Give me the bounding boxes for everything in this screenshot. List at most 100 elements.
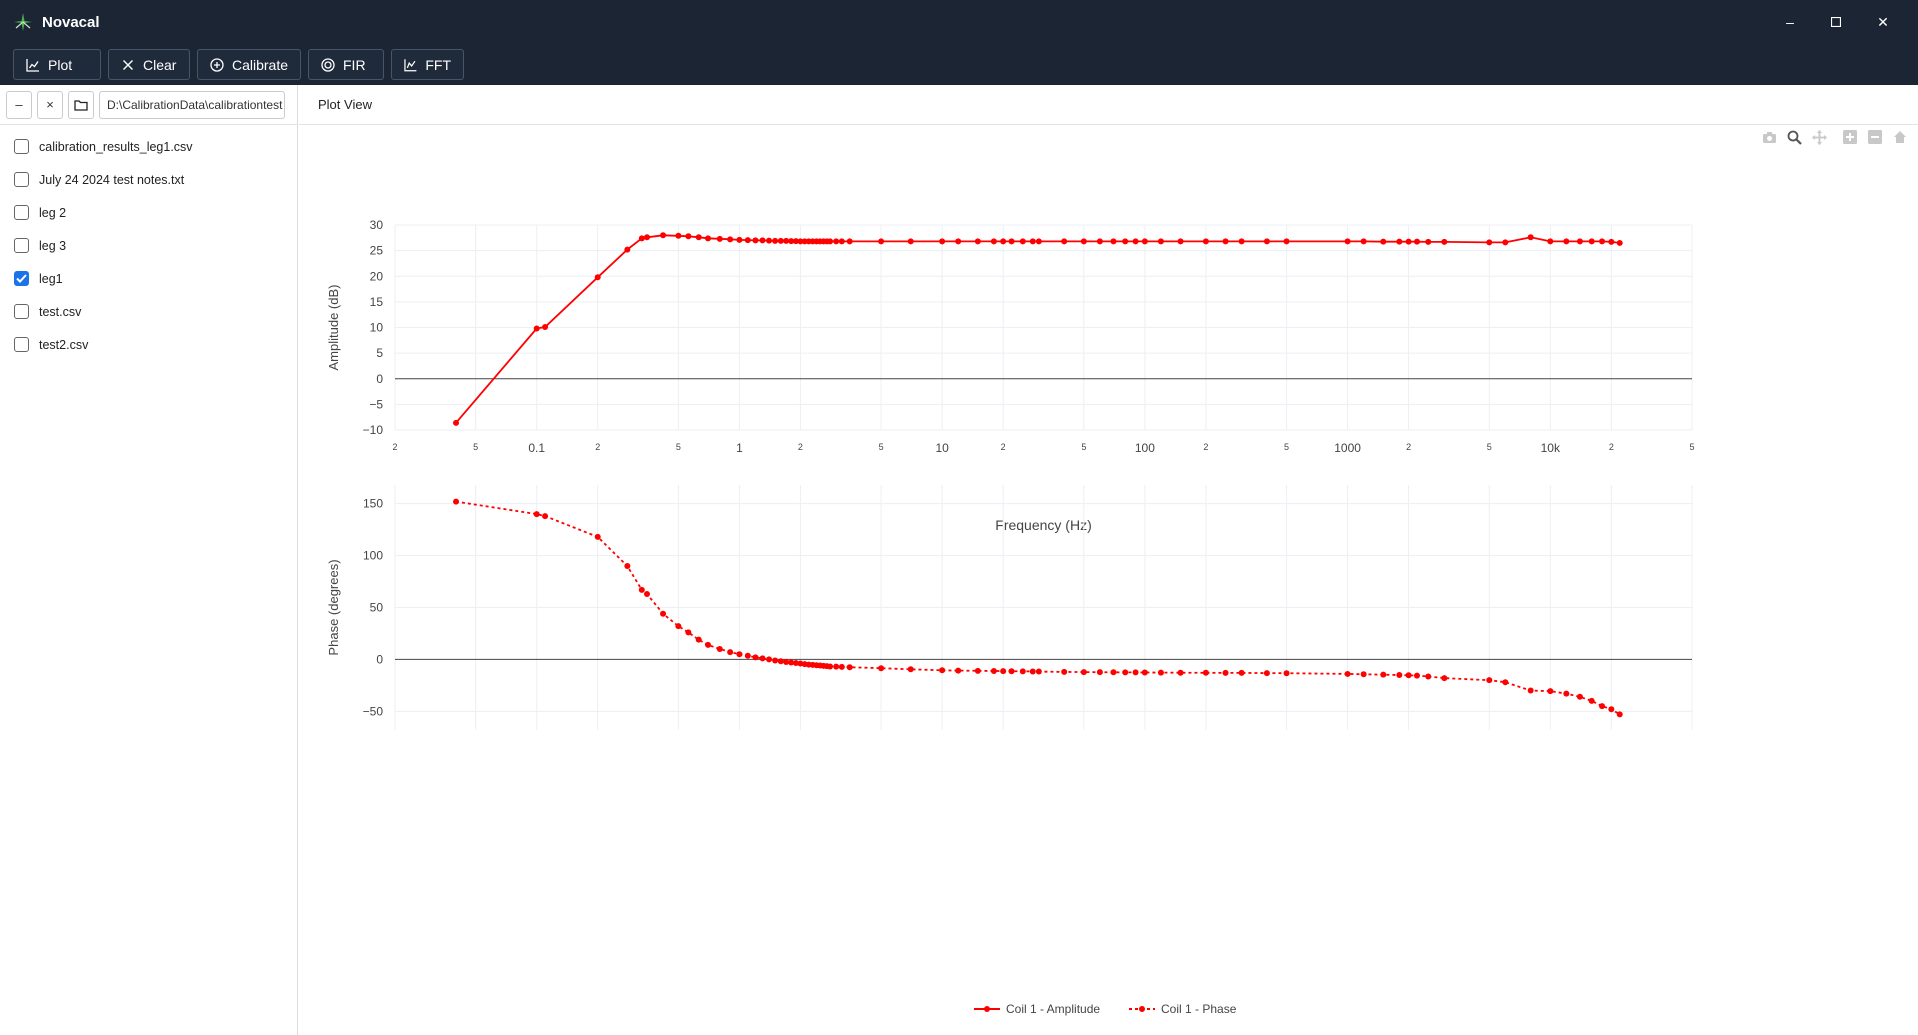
data-point (675, 623, 682, 630)
x-tick-label: 1000 (1334, 441, 1361, 455)
file-checkbox[interactable] (14, 304, 29, 319)
data-point (1080, 238, 1087, 245)
data-point (766, 237, 773, 244)
file-checkbox[interactable] (14, 205, 29, 220)
collapse-button[interactable]: – (6, 90, 32, 119)
data-point (772, 237, 779, 244)
data-point (1035, 238, 1042, 245)
data-point (752, 654, 759, 661)
y-tick-label: 150 (363, 497, 383, 511)
x-minor-tick-label: 5 (473, 442, 478, 452)
x-tick-label: 1 (736, 441, 743, 455)
data-point (974, 667, 981, 674)
checkmark-icon (16, 274, 27, 283)
data-point (1616, 239, 1623, 246)
data-point (1599, 238, 1606, 245)
data-point (990, 238, 997, 245)
file-checkbox[interactable] (14, 172, 29, 187)
open-folder-button[interactable] (68, 90, 94, 119)
data-point (1608, 706, 1615, 713)
data-point (1413, 238, 1420, 245)
file-checkbox[interactable] (14, 337, 29, 352)
legend-label: Coil 1 - Phase (1161, 1002, 1237, 1016)
data-point (638, 586, 645, 593)
file-item[interactable]: leg1 (0, 262, 297, 295)
data-point (1141, 669, 1148, 676)
data-point (1380, 671, 1387, 678)
data-point (1157, 669, 1164, 676)
data-point (1061, 238, 1068, 245)
data-point (1177, 238, 1184, 245)
data-point (1405, 672, 1412, 679)
folder-path-input[interactable]: D:\CalibrationData\calibrationtest (99, 90, 285, 119)
x-minor-tick-label: 2 (798, 442, 803, 452)
file-checkbox[interactable] (14, 271, 29, 286)
data-point (1019, 668, 1026, 675)
data-point (705, 235, 712, 242)
fft-button[interactable]: FFT (391, 49, 464, 80)
data-point (1132, 238, 1139, 245)
data-point (846, 664, 853, 671)
data-point (624, 246, 631, 253)
legend-label: Coil 1 - Amplitude (1006, 1002, 1100, 1016)
x-axis-label: Frequency (Hz) (995, 517, 1091, 533)
legend-swatch-marker (1139, 1006, 1145, 1012)
data-point (1502, 239, 1509, 246)
clear-button[interactable]: Clear (108, 49, 190, 80)
file-checkbox[interactable] (14, 139, 29, 154)
data-point (638, 235, 645, 242)
data-point (1080, 669, 1087, 676)
x-minor-tick-label: 2 (1609, 442, 1614, 452)
data-point (1576, 238, 1583, 245)
data-point (643, 591, 650, 598)
data-point (660, 610, 667, 617)
data-point (1547, 688, 1554, 695)
file-item[interactable]: calibration_results_leg1.csv (0, 130, 297, 163)
x-minor-tick-label: 2 (1001, 442, 1006, 452)
y-tick-label: 15 (370, 295, 384, 309)
file-item[interactable]: test.csv (0, 295, 297, 328)
x-minor-tick-label: 5 (1081, 442, 1086, 452)
data-point (1588, 238, 1595, 245)
file-checkbox[interactable] (14, 238, 29, 253)
data-point (453, 419, 460, 426)
y-tick-label: 0 (376, 372, 383, 386)
y-tick-label: −5 (369, 397, 383, 411)
data-point (705, 641, 712, 648)
data-point (624, 562, 631, 569)
maximize-button[interactable] (1813, 0, 1859, 44)
data-point (827, 238, 834, 245)
data-point (766, 656, 773, 663)
data-point (838, 238, 845, 245)
x-minor-tick-label: 2 (595, 442, 600, 452)
minimize-button[interactable]: – (1767, 0, 1813, 44)
data-point (542, 513, 549, 520)
data-point (453, 498, 460, 505)
file-item[interactable]: test2.csv (0, 328, 297, 361)
data-point (1222, 669, 1229, 676)
data-point (1008, 238, 1015, 245)
close-window-button[interactable]: ✕ (1860, 0, 1906, 44)
data-point (1283, 670, 1290, 677)
frequency-response-plot[interactable]: 302520151050−5−10Amplitude (dB)0.1 1 10 100… (299, 85, 1918, 1035)
data-point (685, 233, 692, 240)
calibrate-button[interactable]: Calibrate (197, 49, 301, 80)
file-item[interactable]: leg 3 (0, 229, 297, 262)
data-point (695, 234, 702, 241)
file-item[interactable]: leg 2 (0, 196, 297, 229)
fft-button-label: FFT (425, 56, 451, 73)
data-point (955, 238, 962, 245)
data-point (1547, 238, 1554, 245)
data-point (1441, 238, 1448, 245)
fir-button[interactable]: FIR (308, 49, 384, 80)
file-name: leg1 (39, 271, 63, 286)
plot-button[interactable]: Plot (13, 49, 101, 80)
data-point (838, 663, 845, 670)
y-tick-label: 30 (370, 218, 384, 232)
plus-circle-icon (210, 57, 224, 72)
data-point (1527, 687, 1534, 694)
clear-path-button[interactable]: × (37, 90, 63, 119)
y-tick-label: 25 (370, 244, 384, 258)
data-point (1110, 238, 1117, 245)
file-item[interactable]: July 24 2024 test notes.txt (0, 163, 297, 196)
